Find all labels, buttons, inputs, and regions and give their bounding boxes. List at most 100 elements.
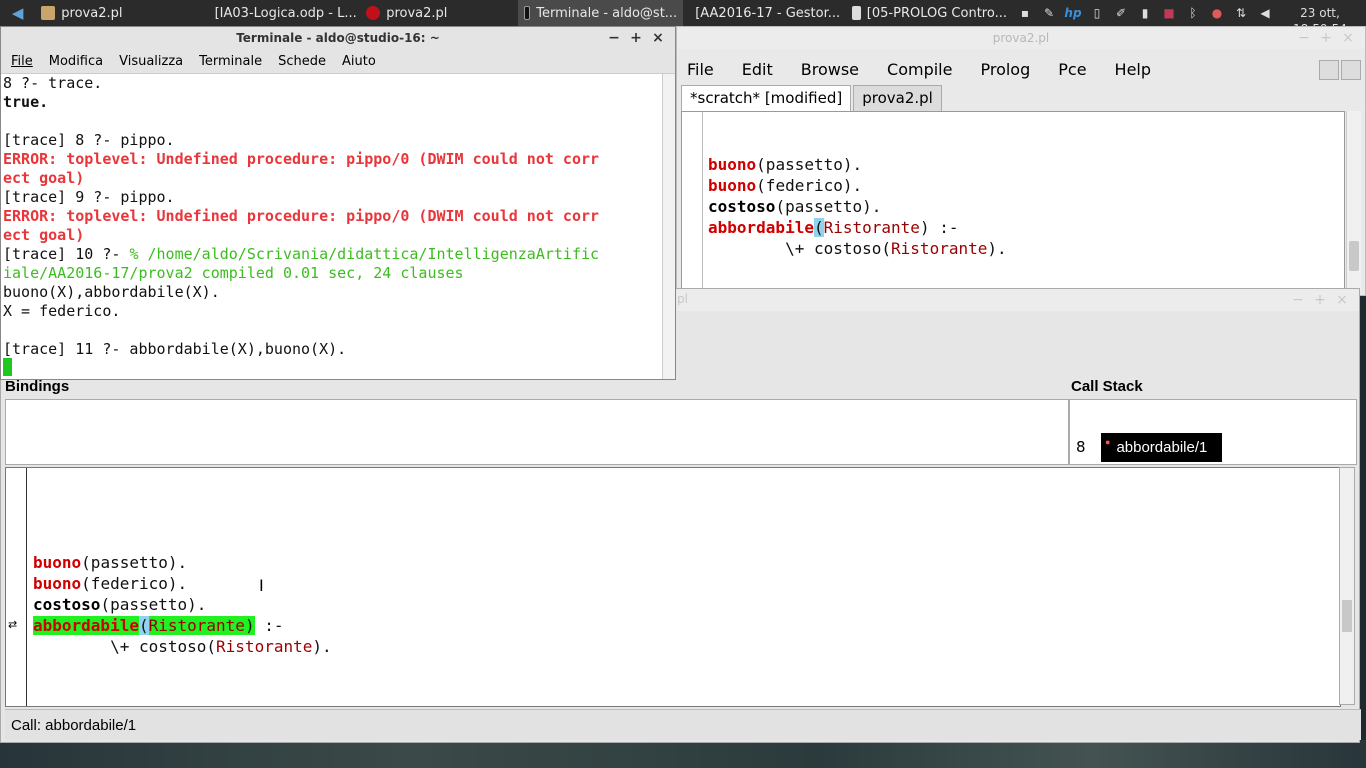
scrollbar-thumb[interactable]	[1349, 241, 1359, 271]
maximize-button[interactable]: +	[1315, 30, 1337, 46]
menu-visualizza[interactable]: Visualizza	[111, 54, 191, 69]
current-goal-highlight: abbordabile(Ristorante)	[33, 616, 255, 635]
code-text: (federico).	[81, 574, 188, 593]
terminal-line-text: iale/AA2016-17/prova2 compiled 0.01 sec,…	[3, 264, 464, 282]
menu-pce[interactable]: Pce	[1044, 60, 1100, 79]
tab-prova2[interactable]: prova2.pl	[853, 85, 942, 111]
task-file-manager[interactable]: [AA2016-17 - Gestor...	[683, 0, 845, 26]
clock[interactable]: 23 ott, 18:59:54	[1280, 5, 1360, 36]
source-scrollbar[interactable]	[1339, 467, 1355, 705]
code-text: (federico).	[756, 176, 863, 195]
menu-browse[interactable]: Browse	[787, 60, 873, 79]
menu-prolog[interactable]: Prolog	[966, 60, 1044, 79]
code-paren: )	[244, 616, 255, 635]
terminal-line-text: ect goal)	[3, 226, 85, 244]
callstack-frame[interactable]: ● abbordabile/1	[1101, 433, 1222, 462]
terminal-line: [trace] 10 ?- % /home/aldo/Scrivania/did…	[3, 245, 663, 264]
task-impress[interactable]: [IA03-Logica.odp - L...	[203, 0, 361, 26]
system-tray: ▪ ✎ hp ▯ ✐ ▮ ■ ᛒ ● ⇅ ◀ 23 ott, 18:59:54	[1013, 0, 1366, 36]
terminal-line: ERROR: toplevel: Undefined procedure: pi…	[3, 207, 663, 226]
minimize-button[interactable]: −	[603, 30, 625, 46]
frame-depth: 8	[1076, 438, 1086, 456]
terminal-output[interactable]: 8 ?- trace. true. [trace] 8 ?- pippo. ERROR…	[1, 74, 663, 379]
code-pred: buono	[708, 155, 757, 174]
network-icon[interactable]: ⇅	[1232, 5, 1250, 21]
scrollbar-thumb[interactable]	[1342, 600, 1352, 632]
editor-gutter	[682, 112, 703, 292]
terminal-line-text: [trace] 11 ?- abbordabile(X),buono(X).	[3, 340, 347, 358]
source-view[interactable]: ⇄ buono(passetto). buono(federico). cost…	[5, 467, 1341, 707]
camera-record-icon[interactable]: ●	[1208, 5, 1226, 21]
menu-compile[interactable]: Compile	[873, 60, 966, 79]
editor-text-area[interactable]: buono(passetto). buono(federico). costos…	[681, 111, 1345, 293]
task-terminal[interactable]: Terminale - aldo@st...	[517, 0, 684, 26]
notes-tray-icon[interactable]: ✎	[1040, 5, 1058, 21]
code-pred: costoso	[33, 595, 101, 614]
menu-help[interactable]: Help	[1101, 60, 1165, 79]
menu-file[interactable]: File	[1, 54, 41, 69]
code-text: (passetto).	[100, 595, 207, 614]
document-tray-icon[interactable]: ▯	[1088, 5, 1106, 21]
edit-tray-icon[interactable]: ✐	[1112, 5, 1130, 21]
code-text: ).	[312, 637, 332, 656]
minimize-button[interactable]: −	[1293, 30, 1315, 46]
bindings-panel[interactable]	[5, 399, 1069, 465]
terminal-window: Terminale - aldo@studio-16: ~ − + × File…	[0, 26, 676, 380]
minimize-button[interactable]: −	[1287, 292, 1309, 308]
nav-back-button[interactable]	[1319, 60, 1339, 80]
menu-edit[interactable]: Edit	[728, 60, 787, 79]
terminal-line: ERROR: toplevel: Undefined procedure: pi…	[3, 150, 663, 169]
code-paren: )	[919, 218, 930, 237]
callstack-panel[interactable]: 8 ● abbordabile/1	[1069, 399, 1357, 465]
close-button[interactable]: ×	[1337, 30, 1359, 46]
terminal-scrollbar[interactable]	[662, 74, 675, 379]
menu-terminale[interactable]: Terminale	[191, 54, 270, 69]
task-document-viewer[interactable]: [05-PROLOG Contro...	[846, 0, 1013, 26]
text-cursor-icon: I	[259, 576, 264, 595]
terminal-tray-icon[interactable]: ▪	[1016, 5, 1034, 21]
code-pred: buono	[33, 553, 82, 572]
callstack-label: Call Stack	[1071, 378, 1143, 395]
editor-tabs: *scratch* [modified] prova2.pl	[681, 85, 942, 111]
terminal-line-text: ERROR: toplevel: Undefined procedure: pi…	[3, 207, 600, 225]
editor-scrollbar[interactable]	[1346, 111, 1361, 291]
document-viewer-icon	[851, 6, 861, 20]
maximize-button[interactable]: +	[625, 30, 647, 46]
code-pred: abbordabile	[33, 616, 139, 635]
app-menu-button[interactable]: ◀	[0, 0, 35, 26]
tab-scratch[interactable]: *scratch* [modified]	[681, 85, 852, 111]
task-prova2-editor[interactable]: prova2.pl	[35, 0, 202, 26]
task-swipl[interactable]: prova2.pl	[360, 0, 518, 26]
menu-file[interactable]: File	[681, 60, 728, 79]
terminal-titlebar: Terminale - aldo@studio-16: ~ − + ×	[1, 27, 675, 49]
close-button[interactable]: ×	[647, 30, 669, 46]
nav-forward-button[interactable]	[1341, 60, 1361, 80]
terminal-line-text: X = federico.	[3, 302, 121, 320]
editor-code: buono(passetto). buono(federico). costos…	[708, 154, 1007, 259]
debugger-titlebar: pl − + ×	[677, 289, 1359, 311]
volume-icon[interactable]: ◀	[1256, 5, 1274, 21]
bindings-label: Bindings	[5, 378, 70, 395]
swipl-owl-icon	[366, 6, 381, 20]
terminal-line-text: buono(X),abbordabile(X).	[3, 283, 220, 301]
bluetooth-icon[interactable]: ᛒ	[1184, 5, 1202, 21]
screen-record-icon[interactable]: ■	[1160, 5, 1178, 21]
top-panel: ◀ prova2.pl [IA03-Logica.odp - L... prov…	[0, 0, 1366, 36]
menu-aiuto[interactable]: Aiuto	[334, 54, 384, 69]
editor-titlebar: prova2.pl − + ×	[677, 27, 1365, 49]
close-button[interactable]: ×	[1331, 292, 1353, 308]
menu-modifica[interactable]: Modifica	[41, 54, 111, 69]
code-pred: buono	[33, 574, 82, 593]
menu-schede[interactable]: Schede	[270, 54, 334, 69]
status-bar: Call: abbordabile/1	[5, 709, 1361, 740]
battery-icon[interactable]: ▮	[1136, 5, 1154, 21]
code-pred: costoso	[708, 197, 776, 216]
terminal-line: [trace] 9 ?- pippo.	[3, 188, 663, 207]
maximize-button[interactable]: +	[1309, 292, 1331, 308]
code-text: \+ costoso(	[33, 637, 217, 656]
terminal-line-text: 8 ?- trace.	[3, 74, 103, 92]
terminal-line: buono(X),abbordabile(X).	[3, 283, 663, 302]
menu-logo-icon: ◀	[11, 4, 24, 22]
terminal-line: [trace] 8 ?- pippo.	[3, 131, 663, 150]
hp-printer-icon[interactable]: hp	[1064, 5, 1082, 21]
